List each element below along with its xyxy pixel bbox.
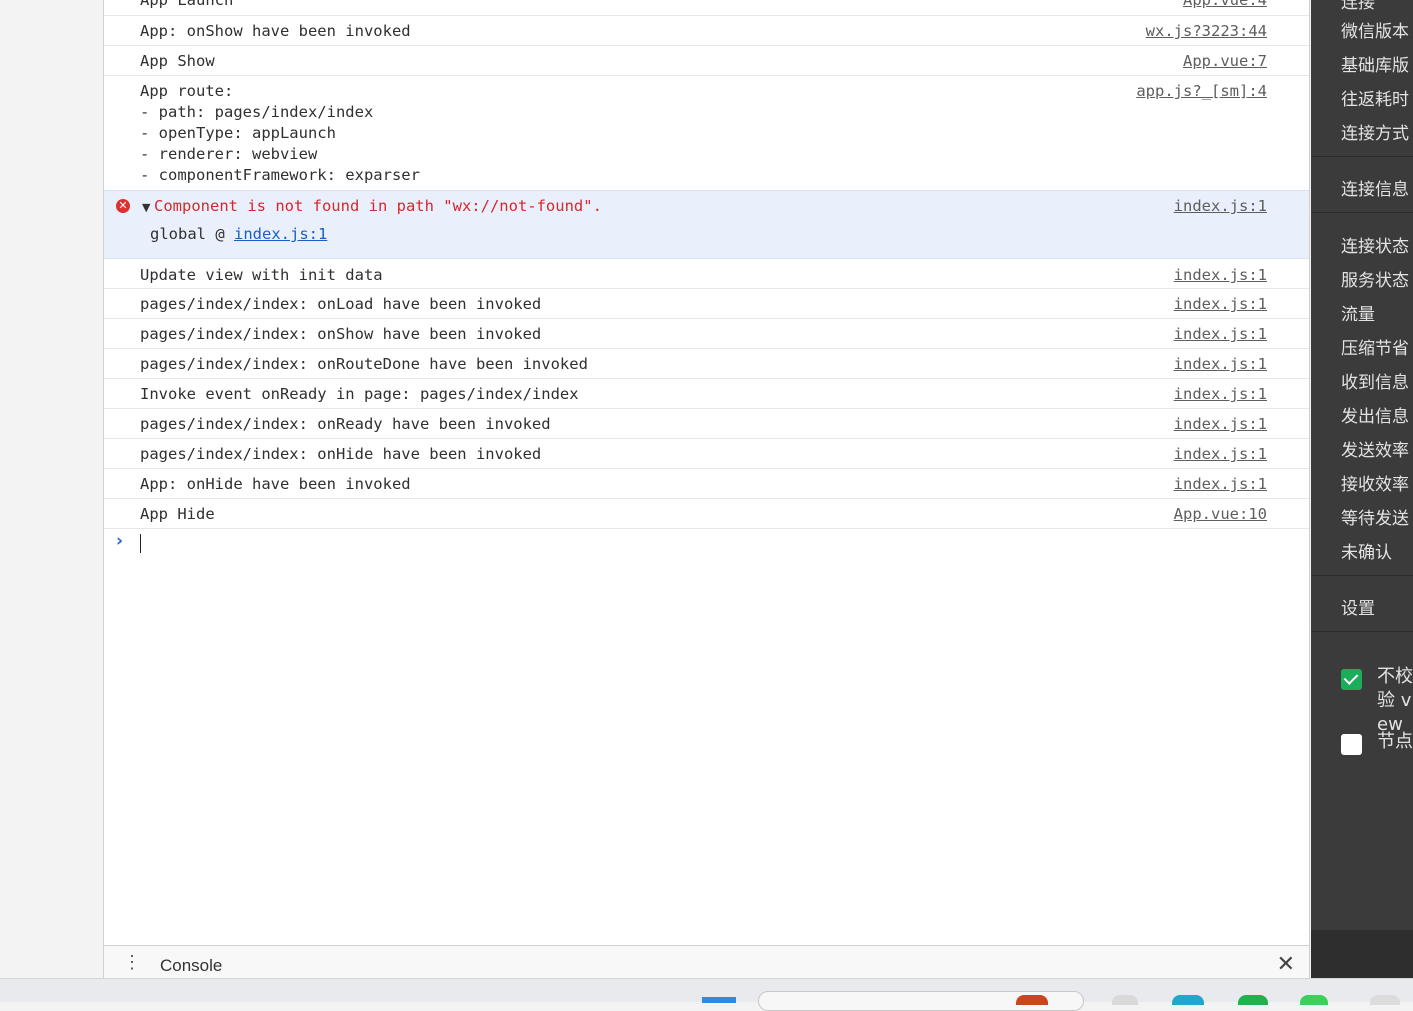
log-source-link[interactable]: index.js:1 [1174,444,1267,465]
side-item-lib-version: 基础库版 [1341,56,1409,76]
log-message: Invoke event onReady in page: pages/inde… [140,385,579,403]
log-source-link[interactable]: index.js:1 [1174,414,1267,435]
error-icon: ✕ [116,199,130,213]
error-message: Component is not found in path "wx://not… [154,197,602,215]
log-source-link[interactable]: index.js:1 [1174,265,1267,286]
taskbar-app-icon[interactable] [1112,995,1138,1005]
left-gutter [0,0,103,978]
side-item-round-trip: 往返耗时 [1341,90,1409,110]
log-row-app-launch: App Launch App.vue:4 [104,0,1309,16]
taskbar-app-icon[interactable] [1172,995,1204,1005]
divider [1311,575,1413,576]
log-row-app-hide: App Hide App.vue:10 [104,499,1309,529]
log-message: App Show [140,52,215,70]
remote-debug-side-panel: 连接 微信版本 基础库版 往返耗时 连接方式 连接信息 连接状态 服务状态 流量… [1311,0,1413,978]
expand-triangle-icon[interactable]: ▼ [142,201,150,214]
log-message: pages/index/index: onReady have been inv… [140,415,551,433]
taskbar-app-icon[interactable] [1238,995,1268,1005]
log-message: App Launch [140,0,234,9]
side-item-send-efficiency: 发送效率 [1341,441,1409,461]
log-row-page-onhide: pages/index/index: onHide have been invo… [104,439,1309,469]
node-checkbox[interactable] [1341,734,1362,755]
side-item-connect-info[interactable]: 连接信息 [1341,175,1409,200]
prompt-chevron-icon: › [116,531,124,551]
error-stack: global @ index.js:1 [150,224,327,245]
taskbar [0,978,1413,1011]
side-item-sent: 发出信息 [1341,407,1409,427]
log-message: App Hide [140,505,215,523]
log-source-link[interactable]: index.js:1 [1174,294,1267,315]
log-message: pages/index/index: onHide have been invo… [140,445,542,463]
log-row-app-onhide: App: onHide have been invoked index.js:1 [104,469,1309,499]
log-source-link[interactable]: App.vue:10 [1174,504,1267,525]
log-row-onroutedone: pages/index/index: onRouteDone have been… [104,349,1309,379]
taskbar-app-icon[interactable] [1016,995,1048,1005]
tab-console[interactable]: Console [160,956,222,976]
side-item-receive-efficiency: 接收效率 [1341,475,1409,495]
log-message: pages/index/index: onRouteDone have been… [140,355,588,373]
side-item-settings[interactable]: 设置 [1341,594,1375,619]
stack-prefix: global @ [150,225,234,243]
drawer-toolbar: ⋮ Console ✕ [104,945,1309,978]
wechat-icon[interactable] [1300,995,1328,1005]
log-row-update-view: Update view with init data index.js:1 [104,259,1309,289]
skip-verify-label: 不校验 view [1377,666,1413,735]
more-options-icon[interactable]: ⋮ [123,952,141,972]
log-source-link[interactable]: index.js:1 [1174,474,1267,495]
side-panel-footer [1311,930,1413,978]
log-message: pages/index/index: onLoad have been invo… [140,295,542,313]
taskbar-app-icon[interactable] [1370,995,1400,1005]
skip-verify-checkbox[interactable] [1341,669,1362,690]
log-source-link[interactable]: index.js:1 [1174,324,1267,345]
log-row-app-route: App route: - path: pages/index/index - o… [104,76,1309,190]
log-row-invoke-onready: Invoke event onReady in page: pages/inde… [104,379,1309,409]
side-item-received: 收到信息 [1341,373,1409,393]
log-message: Update view with init data [140,266,383,284]
side-item: 连接 [1341,0,1375,13]
console-input[interactable]: › [104,527,1309,557]
side-item-connect-status: 连接状态 [1341,237,1409,257]
log-source-link[interactable]: app.js?_[sm]:4 [1136,81,1267,102]
log-row-app-onshow: App: onShow have been invoked wx.js?3223… [104,16,1309,46]
divider [1311,156,1413,157]
side-item-connect-method: 连接方式 [1341,124,1409,144]
log-source-link[interactable]: App.vue:7 [1183,51,1267,72]
log-message: App route: - path: pages/index/index - o… [140,82,420,184]
log-row-onready: pages/index/index: onReady have been inv… [104,409,1309,439]
node-checkbox-label: 节点 [1377,731,1413,752]
side-item-service-status: 服务状态 [1341,271,1409,291]
stack-source-link[interactable]: index.js:1 [234,225,327,243]
close-drawer-icon[interactable]: ✕ [1277,952,1295,977]
log-source-link[interactable]: App.vue:4 [1183,0,1267,11]
log-row-onshow: pages/index/index: onShow have been invo… [104,319,1309,349]
log-source-link[interactable]: index.js:1 [1174,196,1267,217]
side-item-traffic: 流量 [1341,305,1375,325]
log-row-error: ✕ ▼ Component is not found in path "wx:/… [104,190,1309,259]
log-source-link[interactable]: wx.js?3223:44 [1146,21,1267,42]
side-item-pending-send: 等待发送 [1341,509,1409,529]
log-row-app-show: App Show App.vue:7 [104,46,1309,76]
log-message: App: onShow have been invoked [140,22,411,40]
console-panel: App Launch App.vue:4 App: onShow have be… [103,0,1310,978]
log-message: App: onHide have been invoked [140,475,411,493]
log-source-link[interactable]: index.js:1 [1174,354,1267,375]
windows-start-icon[interactable] [702,997,736,1003]
side-item-unconfirmed: 未确认 [1341,543,1392,563]
divider [1311,631,1413,632]
side-item-compression: 压缩节省 [1341,339,1409,359]
log-row-onload: pages/index/index: onLoad have been invo… [104,289,1309,319]
divider [1311,212,1413,213]
text-caret [140,534,141,553]
side-item-wechat-version: 微信版本 [1341,22,1409,42]
log-message: pages/index/index: onShow have been invo… [140,325,542,343]
log-source-link[interactable]: index.js:1 [1174,384,1267,405]
